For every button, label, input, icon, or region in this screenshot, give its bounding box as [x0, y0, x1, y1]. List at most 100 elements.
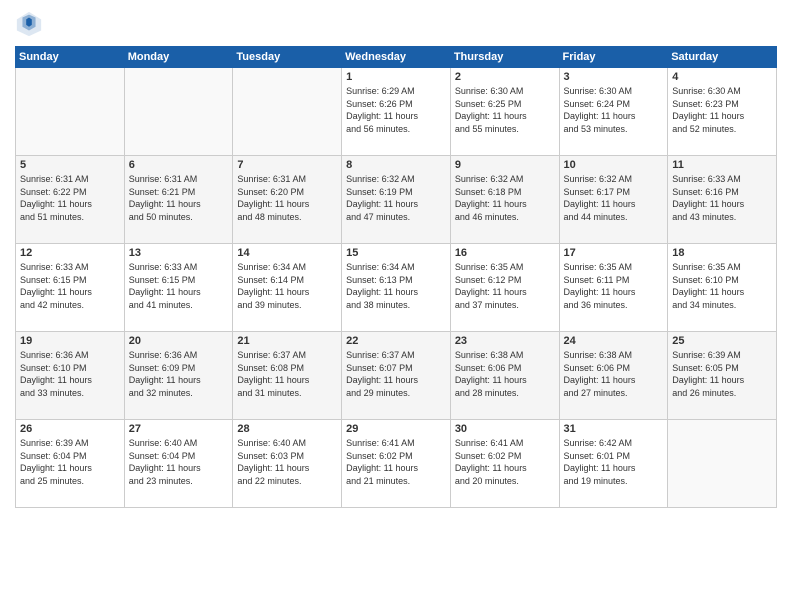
day-info: Sunrise: 6:30 AM Sunset: 6:25 PM Dayligh… [455, 85, 555, 135]
day-cell: 13 Sunrise: 6:33 AM Sunset: 6:15 PM Dayli… [124, 244, 233, 332]
day-info: Sunrise: 6:33 AM Sunset: 6:15 PM Dayligh… [129, 261, 229, 311]
week-row-4: 26 Sunrise: 6:39 AM Sunset: 6:04 PM Dayli… [16, 420, 777, 508]
day-cell [668, 420, 777, 508]
day-cell: 9 Sunrise: 6:32 AM Sunset: 6:18 PM Daylig… [450, 156, 559, 244]
day-info: Sunrise: 6:30 AM Sunset: 6:23 PM Dayligh… [672, 85, 772, 135]
day-info: Sunrise: 6:33 AM Sunset: 6:15 PM Dayligh… [20, 261, 120, 311]
header-sunday: Sunday [16, 47, 125, 68]
day-number: 6 [129, 159, 229, 171]
day-cell: 30Sunrise: 6:41 AM Sunset: 6:02 PM Dayli… [450, 420, 559, 508]
day-info: Sunrise: 6:34 AM Sunset: 6:13 PM Dayligh… [346, 261, 446, 311]
day-cell: 17Sunrise: 6:35 AM Sunset: 6:11 PM Dayli… [559, 244, 668, 332]
day-cell: 5 Sunrise: 6:31 AM Sunset: 6:22 PM Daylig… [16, 156, 125, 244]
header-saturday: Saturday [668, 47, 777, 68]
day-cell: 1 Sunrise: 6:29 AM Sunset: 6:26 PM Daylig… [342, 68, 451, 156]
day-info: Sunrise: 6:39 AM Sunset: 6:05 PM Dayligh… [672, 349, 772, 399]
week-row-3: 19 Sunrise: 6:36 AM Sunset: 6:10 PM Dayli… [16, 332, 777, 420]
day-cell: 21 Sunrise: 6:37 AM Sunset: 6:08 PM Dayli… [233, 332, 342, 420]
day-number: 3 [564, 71, 664, 83]
header-tuesday: Tuesday [233, 47, 342, 68]
day-number: 24 [564, 335, 664, 347]
day-cell: 28 Sunrise: 6:40 AM Sunset: 6:03 PM Dayli… [233, 420, 342, 508]
day-number: 26 [20, 423, 120, 435]
day-cell: 26 Sunrise: 6:39 AM Sunset: 6:04 PM Dayli… [16, 420, 125, 508]
day-number: 8 [346, 159, 446, 171]
day-number: 5 [20, 159, 120, 171]
day-number: 13 [129, 247, 229, 259]
day-cell [233, 68, 342, 156]
day-info: Sunrise: 6:40 AM Sunset: 6:04 PM Dayligh… [129, 437, 229, 487]
week-row-0: 1 Sunrise: 6:29 AM Sunset: 6:26 PM Daylig… [16, 68, 777, 156]
day-info: Sunrise: 6:36 AM Sunset: 6:10 PM Dayligh… [20, 349, 120, 399]
day-cell: 11Sunrise: 6:33 AM Sunset: 6:16 PM Dayli… [668, 156, 777, 244]
day-cell: 16Sunrise: 6:35 AM Sunset: 6:12 PM Dayli… [450, 244, 559, 332]
day-cell: 10 Sunrise: 6:32 AM Sunset: 6:17 PM Dayli… [559, 156, 668, 244]
day-number: 9 [455, 159, 555, 171]
day-cell: 18 Sunrise: 6:35 AM Sunset: 6:10 PM Dayli… [668, 244, 777, 332]
day-info: Sunrise: 6:32 AM Sunset: 6:17 PM Dayligh… [564, 173, 664, 223]
day-number: 7 [237, 159, 337, 171]
day-number: 18 [672, 247, 772, 259]
day-info: Sunrise: 6:42 AM Sunset: 6:01 PM Dayligh… [564, 437, 664, 487]
day-info: Sunrise: 6:38 AM Sunset: 6:06 PM Dayligh… [455, 349, 555, 399]
header-friday: Friday [559, 47, 668, 68]
day-cell: 19 Sunrise: 6:36 AM Sunset: 6:10 PM Dayli… [16, 332, 125, 420]
logo [15, 10, 47, 38]
day-info: Sunrise: 6:41 AM Sunset: 6:02 PM Dayligh… [346, 437, 446, 487]
day-cell: 14 Sunrise: 6:34 AM Sunset: 6:14 PM Dayli… [233, 244, 342, 332]
day-number: 2 [455, 71, 555, 83]
header-thursday: Thursday [450, 47, 559, 68]
day-number: 15 [346, 247, 446, 259]
day-cell: 3 Sunrise: 6:30 AM Sunset: 6:24 PM Daylig… [559, 68, 668, 156]
day-number: 30 [455, 423, 555, 435]
day-cell: 4Sunrise: 6:30 AM Sunset: 6:23 PM Daylig… [668, 68, 777, 156]
calendar-table: SundayMondayTuesdayWednesdayThursdayFrid… [15, 46, 777, 508]
day-number: 10 [564, 159, 664, 171]
day-info: Sunrise: 6:35 AM Sunset: 6:11 PM Dayligh… [564, 261, 664, 311]
day-number: 23 [455, 335, 555, 347]
day-number: 14 [237, 247, 337, 259]
day-info: Sunrise: 6:29 AM Sunset: 6:26 PM Dayligh… [346, 85, 446, 135]
day-cell: 12 Sunrise: 6:33 AM Sunset: 6:15 PM Dayli… [16, 244, 125, 332]
week-row-1: 5 Sunrise: 6:31 AM Sunset: 6:22 PM Daylig… [16, 156, 777, 244]
day-cell [16, 68, 125, 156]
day-cell: 31 Sunrise: 6:42 AM Sunset: 6:01 PM Dayli… [559, 420, 668, 508]
day-info: Sunrise: 6:31 AM Sunset: 6:22 PM Dayligh… [20, 173, 120, 223]
day-info: Sunrise: 6:32 AM Sunset: 6:19 PM Dayligh… [346, 173, 446, 223]
day-number: 29 [346, 423, 446, 435]
day-info: Sunrise: 6:31 AM Sunset: 6:20 PM Dayligh… [237, 173, 337, 223]
day-number: 25 [672, 335, 772, 347]
day-info: Sunrise: 6:34 AM Sunset: 6:14 PM Dayligh… [237, 261, 337, 311]
day-number: 19 [20, 335, 120, 347]
day-number: 12 [20, 247, 120, 259]
day-number: 21 [237, 335, 337, 347]
day-info: Sunrise: 6:33 AM Sunset: 6:16 PM Dayligh… [672, 173, 772, 223]
day-number: 1 [346, 71, 446, 83]
day-number: 27 [129, 423, 229, 435]
day-number: 31 [564, 423, 664, 435]
day-info: Sunrise: 6:32 AM Sunset: 6:18 PM Dayligh… [455, 173, 555, 223]
day-cell: 6 Sunrise: 6:31 AM Sunset: 6:21 PM Daylig… [124, 156, 233, 244]
day-cell: 27 Sunrise: 6:40 AM Sunset: 6:04 PM Dayli… [124, 420, 233, 508]
day-number: 28 [237, 423, 337, 435]
calendar-page: SundayMondayTuesdayWednesdayThursdayFrid… [0, 0, 792, 612]
day-info: Sunrise: 6:36 AM Sunset: 6:09 PM Dayligh… [129, 349, 229, 399]
day-info: Sunrise: 6:38 AM Sunset: 6:06 PM Dayligh… [564, 349, 664, 399]
day-info: Sunrise: 6:40 AM Sunset: 6:03 PM Dayligh… [237, 437, 337, 487]
day-cell: 25 Sunrise: 6:39 AM Sunset: 6:05 PM Dayli… [668, 332, 777, 420]
day-number: 20 [129, 335, 229, 347]
day-cell: 24 Sunrise: 6:38 AM Sunset: 6:06 PM Dayli… [559, 332, 668, 420]
day-info: Sunrise: 6:31 AM Sunset: 6:21 PM Dayligh… [129, 173, 229, 223]
day-info: Sunrise: 6:35 AM Sunset: 6:10 PM Dayligh… [672, 261, 772, 311]
day-cell [124, 68, 233, 156]
header-row: SundayMondayTuesdayWednesdayThursdayFrid… [16, 47, 777, 68]
day-number: 22 [346, 335, 446, 347]
day-cell: 22 Sunrise: 6:37 AM Sunset: 6:07 PM Dayli… [342, 332, 451, 420]
header-wednesday: Wednesday [342, 47, 451, 68]
day-info: Sunrise: 6:37 AM Sunset: 6:08 PM Dayligh… [237, 349, 337, 399]
logo-icon [15, 10, 43, 38]
day-info: Sunrise: 6:30 AM Sunset: 6:24 PM Dayligh… [564, 85, 664, 135]
day-info: Sunrise: 6:37 AM Sunset: 6:07 PM Dayligh… [346, 349, 446, 399]
day-number: 16 [455, 247, 555, 259]
day-info: Sunrise: 6:39 AM Sunset: 6:04 PM Dayligh… [20, 437, 120, 487]
